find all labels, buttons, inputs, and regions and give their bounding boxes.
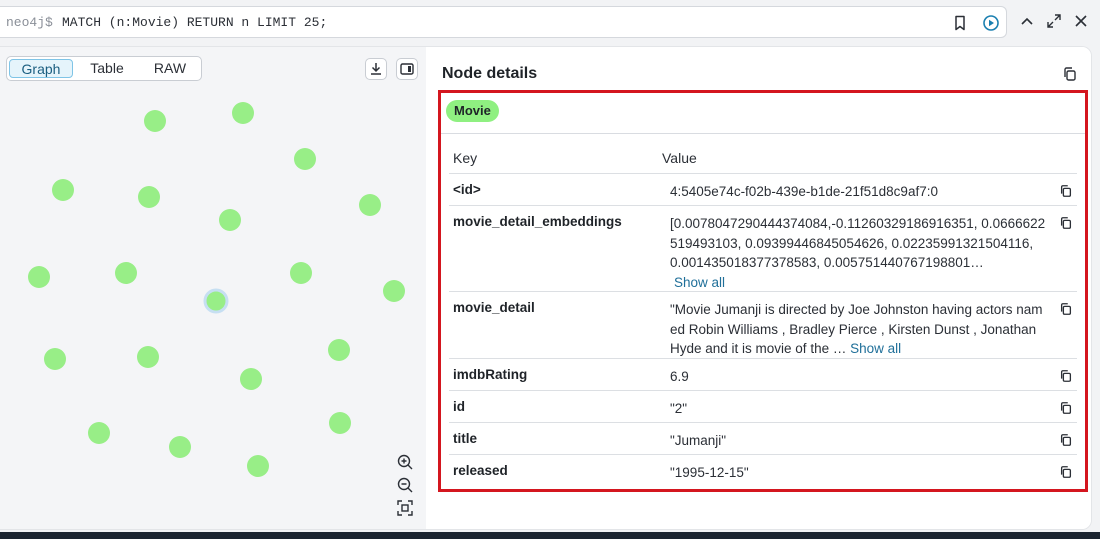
divider <box>441 133 1085 134</box>
graph-node[interactable] <box>328 339 350 361</box>
run-icon[interactable] <box>982 14 1000 32</box>
download-button[interactable] <box>365 58 387 80</box>
taskbar <box>0 532 1100 539</box>
query-prompt: neo4j$ <box>6 15 53 30</box>
graph-node-selected[interactable] <box>203 288 229 314</box>
show-all-link[interactable]: Show all <box>850 341 901 356</box>
property-value: "1995-12-15" <box>670 465 749 480</box>
graph-node[interactable] <box>232 102 254 124</box>
tab-raw[interactable]: RAW <box>141 59 199 78</box>
copy-icon[interactable] <box>1059 302 1073 316</box>
property-value: "Movie Jumanji is directed by Joe Johnst… <box>670 302 1043 356</box>
graph-node[interactable] <box>247 455 269 477</box>
property-value: [0.0078047290444374084,-0.11260329186916… <box>670 216 1046 290</box>
highlight-box: Movie Key Value <id> 4:5405e74c-f02b-439… <box>438 90 1088 492</box>
property-key: id <box>453 399 465 414</box>
graph-node[interactable] <box>240 368 262 390</box>
view-tabs: Graph Table RAW <box>6 56 202 81</box>
download-icon <box>371 63 381 75</box>
graph-node[interactable] <box>88 422 110 444</box>
property-row: <id> 4:5405e74c-f02b-439e-b1de-21f51d8c9… <box>449 173 1077 205</box>
graph-node[interactable] <box>294 148 316 170</box>
graph-node[interactable] <box>290 262 312 284</box>
copy-icon[interactable] <box>1062 66 1078 82</box>
graph-node[interactable] <box>329 412 351 434</box>
graph-node[interactable] <box>219 209 241 231</box>
show-all-link[interactable]: Show all <box>674 275 725 290</box>
property-row: movie_detail "Movie Jumanji is directed … <box>449 291 1077 358</box>
graph-node[interactable] <box>138 186 160 208</box>
tab-graph[interactable]: Graph <box>9 59 73 78</box>
property-row: released "1995-12-15" <box>449 454 1077 486</box>
zoom-in-icon[interactable] <box>395 452 415 472</box>
expand-icon[interactable] <box>1046 13 1062 29</box>
property-row: id "2" <box>449 390 1077 422</box>
property-key: <id> <box>453 182 481 197</box>
column-header-value: Value <box>662 150 697 166</box>
property-key: movie_detail <box>453 300 535 315</box>
property-key: movie_detail_embeddings <box>453 214 622 229</box>
graph-node[interactable] <box>383 280 405 302</box>
property-key: released <box>453 463 508 478</box>
property-key: imdbRating <box>453 367 528 382</box>
graph-node[interactable] <box>115 262 137 284</box>
property-value: 6.9 <box>670 369 689 384</box>
graph-pane[interactable]: Graph Table RAW <box>0 47 426 530</box>
copy-icon[interactable] <box>1059 401 1073 415</box>
query-input[interactable]: MATCH (n:Movie) RETURN n LIMIT 25; <box>62 15 327 30</box>
property-row: title "Jumanji" <box>449 422 1077 454</box>
copy-icon[interactable] <box>1059 465 1073 479</box>
property-value: "2" <box>670 401 688 416</box>
panel-icon <box>400 63 414 75</box>
graph-node[interactable] <box>144 110 166 132</box>
property-row: imdbRating 6.9 <box>449 358 1077 390</box>
column-header-key: Key <box>453 150 478 166</box>
graph-node[interactable] <box>28 266 50 288</box>
graph-node[interactable] <box>137 346 159 368</box>
property-value: 4:5405e74c-f02b-439e-b1de-21f51d8c9af7:0 <box>670 184 938 199</box>
copy-icon[interactable] <box>1059 216 1073 230</box>
copy-icon[interactable] <box>1059 184 1073 198</box>
graph-node[interactable] <box>44 348 66 370</box>
zoom-out-icon[interactable] <box>395 475 415 495</box>
details-title: Node details <box>442 65 538 82</box>
bookmark-icon[interactable] <box>951 14 969 32</box>
fit-icon[interactable] <box>395 498 415 518</box>
toggle-panel-button[interactable] <box>396 58 418 80</box>
result-frame: Graph Table RAW Node details Movie Key V… <box>0 46 1092 530</box>
close-icon[interactable] <box>1073 13 1089 29</box>
property-value: "Jumanji" <box>670 433 727 448</box>
graph-canvas[interactable] <box>0 47 426 530</box>
copy-icon[interactable] <box>1059 369 1073 383</box>
graph-node[interactable] <box>52 179 74 201</box>
graph-node[interactable] <box>169 436 191 458</box>
property-key: title <box>453 431 478 446</box>
node-label-badge[interactable]: Movie <box>446 100 499 122</box>
node-details-panel: Node details Movie Key Value <id> 4:5405… <box>426 47 1091 529</box>
graph-node[interactable] <box>359 194 381 216</box>
copy-icon[interactable] <box>1059 433 1073 447</box>
property-row: movie_detail_embeddings [0.0078047290444… <box>449 205 1077 291</box>
query-bar[interactable]: neo4j$ MATCH (n:Movie) RETURN n LIMIT 25… <box>0 6 1007 38</box>
chevron-up-icon[interactable] <box>1019 13 1035 29</box>
tab-table[interactable]: Table <box>77 59 137 78</box>
